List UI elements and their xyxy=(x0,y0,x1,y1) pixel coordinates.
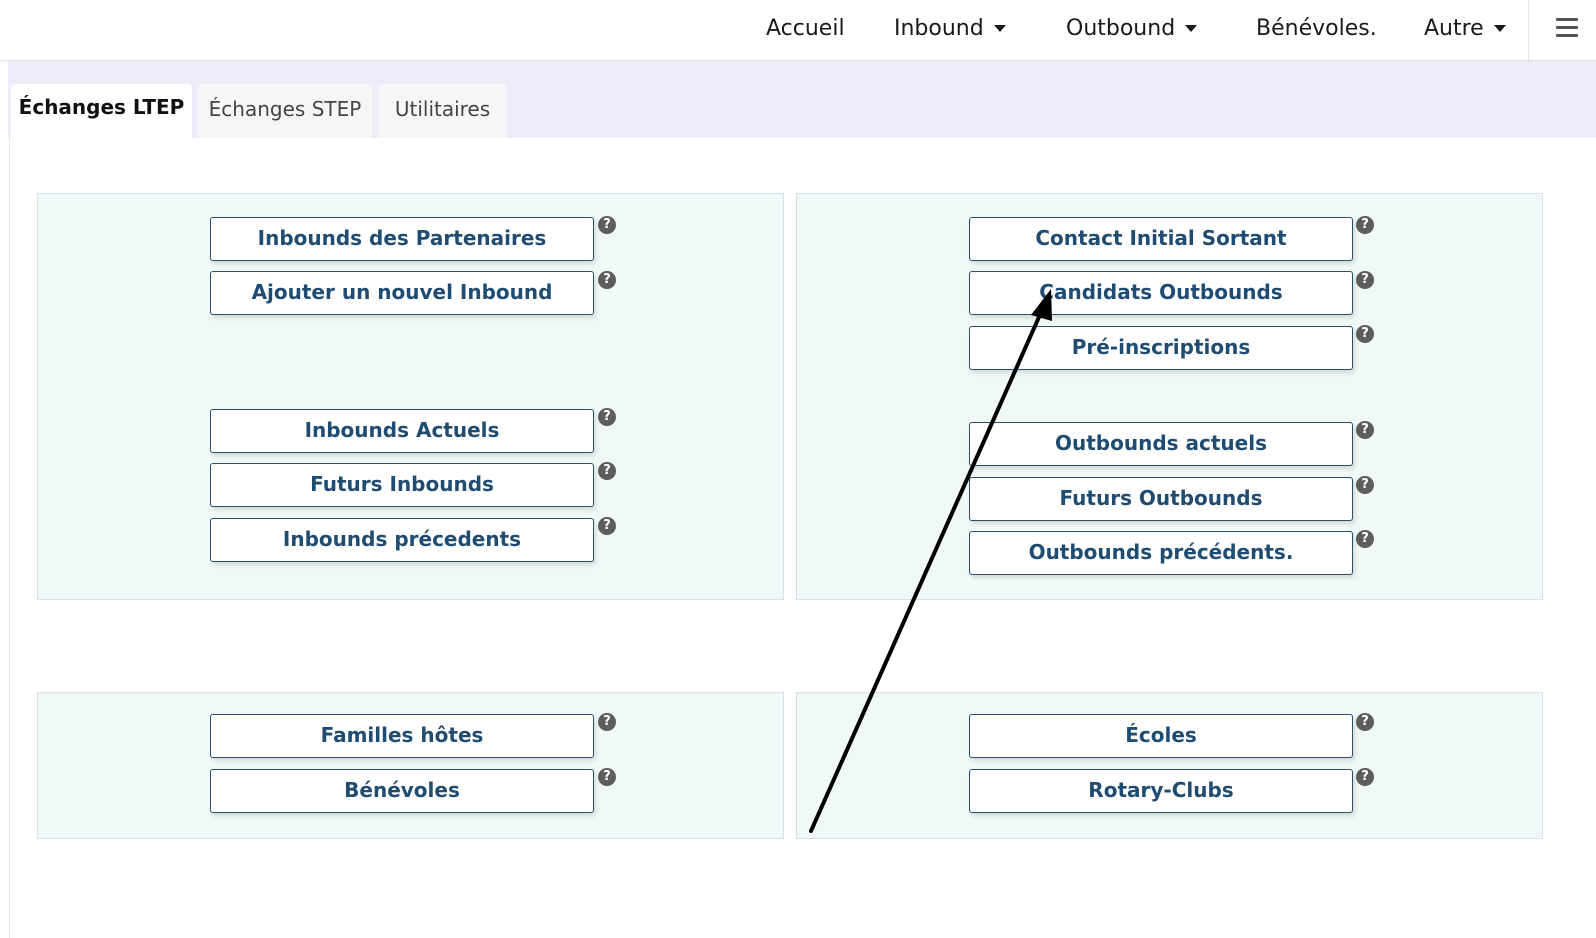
help-icon[interactable]: ? xyxy=(1356,325,1374,343)
help-icon[interactable]: ? xyxy=(598,713,616,731)
tab-echanges-ltep[interactable]: Échanges LTEP xyxy=(11,84,192,138)
volunteers-button[interactable]: Bénévoles xyxy=(210,769,594,813)
nav-inbound-dropdown[interactable]: Inbound xyxy=(894,0,1006,60)
help-icon[interactable]: ? xyxy=(1356,216,1374,234)
past-inbounds-button[interactable]: Inbounds précedents xyxy=(210,518,594,562)
nav-divider xyxy=(1528,0,1529,60)
help-icon[interactable]: ? xyxy=(598,462,616,480)
schools-button[interactable]: Écoles xyxy=(969,714,1353,758)
help-icon[interactable]: ? xyxy=(598,271,616,289)
outbound-candidates-button[interactable]: Candidats Outbounds xyxy=(969,271,1353,315)
inbounds-partners-button[interactable]: Inbounds des Partenaires xyxy=(210,217,594,261)
help-icon[interactable]: ? xyxy=(1356,713,1374,731)
tab-utilitaires[interactable]: Utilitaires xyxy=(378,84,507,138)
rotary-clubs-button[interactable]: Rotary-Clubs xyxy=(969,769,1353,813)
help-icon[interactable]: ? xyxy=(1356,476,1374,494)
past-outbounds-button[interactable]: Outbounds précédents. xyxy=(969,531,1353,575)
initial-contact-button[interactable]: Contact Initial Sortant xyxy=(969,217,1353,261)
help-icon[interactable]: ? xyxy=(598,408,616,426)
pre-registrations-button[interactable]: Pré-inscriptions xyxy=(969,326,1353,370)
help-icon[interactable]: ? xyxy=(598,768,616,786)
host-families-button[interactable]: Familles hôtes xyxy=(210,714,594,758)
future-outbounds-button[interactable]: Futurs Outbounds xyxy=(969,477,1353,521)
hamburger-icon[interactable] xyxy=(1556,18,1578,40)
help-icon[interactable]: ? xyxy=(1356,530,1374,548)
nav-volunteers[interactable]: Bénévoles. xyxy=(1256,0,1377,60)
nav-inbound-label: Inbound xyxy=(894,16,984,41)
caret-down-icon xyxy=(993,25,1006,32)
help-icon[interactable]: ? xyxy=(1356,271,1374,289)
help-icon[interactable]: ? xyxy=(598,216,616,234)
caret-down-icon xyxy=(1493,25,1506,32)
help-icon[interactable]: ? xyxy=(598,517,616,535)
help-icon[interactable]: ? xyxy=(1356,768,1374,786)
nav-other-dropdown[interactable]: Autre xyxy=(1424,0,1506,60)
tab-echanges-step[interactable]: Échanges STEP xyxy=(198,84,372,138)
current-outbounds-button[interactable]: Outbounds actuels xyxy=(969,422,1353,466)
nav-outbound-dropdown[interactable]: Outbound xyxy=(1066,0,1198,60)
help-icon[interactable]: ? xyxy=(1356,421,1374,439)
nav-home[interactable]: Accueil xyxy=(766,0,845,60)
current-inbounds-button[interactable]: Inbounds Actuels xyxy=(210,409,594,453)
nav-outbound-label: Outbound xyxy=(1066,16,1176,41)
future-inbounds-button[interactable]: Futurs Inbounds xyxy=(210,463,594,507)
nav-other-label: Autre xyxy=(1424,16,1484,41)
top-navbar: Accueil Inbound Outbound Bénévoles. Autr… xyxy=(0,0,1596,61)
caret-down-icon xyxy=(1185,25,1198,32)
add-inbound-button[interactable]: Ajouter un nouvel Inbound xyxy=(210,271,594,315)
